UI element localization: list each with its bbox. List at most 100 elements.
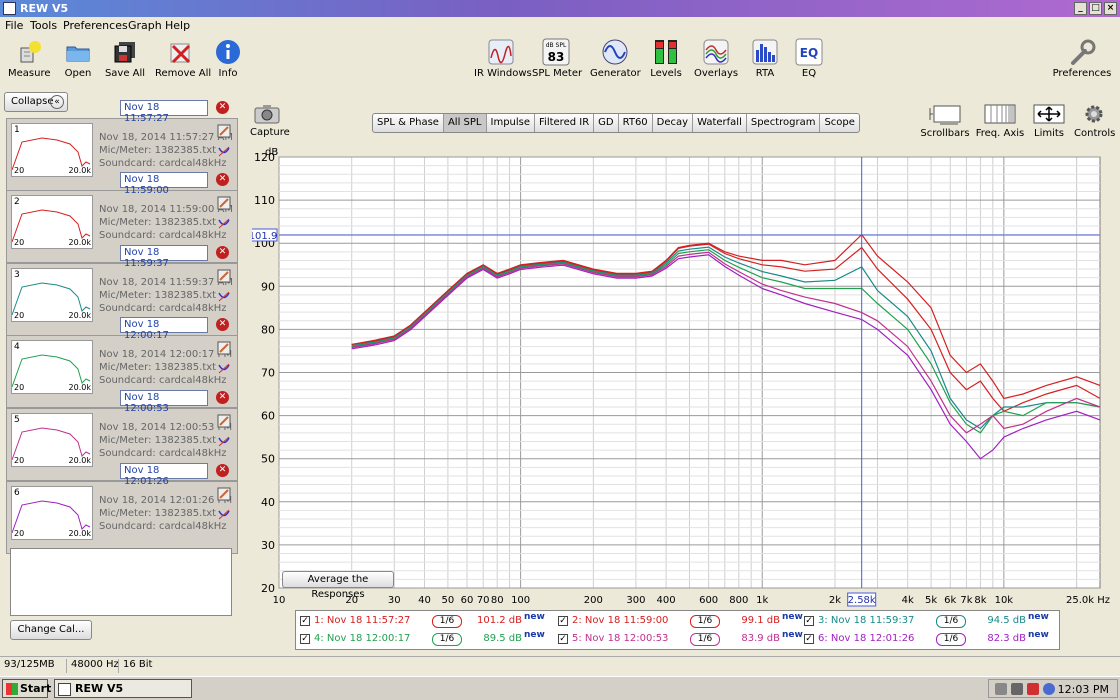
eq-measurement-icon[interactable] xyxy=(217,508,231,522)
remove-measurement-button[interactable]: ✕ xyxy=(216,101,229,114)
smoothing-selector[interactable]: 1/6 xyxy=(936,633,966,646)
minimize-button[interactable]: _ xyxy=(1074,2,1087,15)
remove-measurement-button[interactable]: ✕ xyxy=(216,318,229,331)
x-tick-label: 2k xyxy=(829,595,841,606)
spl-chart[interactable]: 2030405060708090100110120dB1020304050607… xyxy=(248,145,1112,610)
rta-button[interactable]: RTA xyxy=(750,38,780,86)
remove-measurement-button[interactable]: ✕ xyxy=(216,464,229,477)
change-cal-button[interactable]: Change Cal... xyxy=(10,620,92,640)
taskbar-item-rew[interactable]: REW V5 xyxy=(54,679,192,698)
maximize-button[interactable]: □ xyxy=(1089,2,1102,15)
menu-file[interactable]: File xyxy=(5,19,23,32)
measurement-name-field[interactable]: Nov 18 12:00:17 xyxy=(120,317,208,341)
tray-alert-icon[interactable] xyxy=(1027,683,1039,695)
legend-checkbox[interactable]: ✓ xyxy=(558,634,568,644)
tab-waterfall[interactable]: Waterfall xyxy=(693,114,747,132)
menu-graph[interactable]: Graph xyxy=(128,19,162,32)
tab-filtered-ir[interactable]: Filtered IR xyxy=(535,114,595,132)
eq-measurement-icon[interactable] xyxy=(217,145,231,159)
measure-button[interactable]: Measure xyxy=(8,38,51,86)
y-tick-label: 70 xyxy=(261,367,275,380)
tab-rt60[interactable]: RT60 xyxy=(619,114,653,132)
info-button[interactable]: Info xyxy=(214,38,242,86)
smoothing-selector[interactable]: 1/6 xyxy=(936,615,966,628)
eq-measurement-icon[interactable] xyxy=(217,217,231,231)
y-tick-label: 40 xyxy=(261,496,275,509)
legend-value: 83.9 dB xyxy=(741,633,780,644)
measurement-name-field[interactable]: Nov 18 12:01:26 xyxy=(120,463,208,487)
measurement-name-field[interactable]: Nov 18 11:59:00 xyxy=(120,172,208,196)
tab-decay[interactable]: Decay xyxy=(653,114,694,132)
tab-gd[interactable]: GD xyxy=(594,114,619,132)
controls-button[interactable]: Controls xyxy=(1074,103,1115,139)
tray-volume-icon[interactable] xyxy=(1043,683,1055,695)
edit-measurement-icon[interactable] xyxy=(217,269,231,283)
tab-all-spl[interactable]: All SPL xyxy=(443,114,487,132)
eq-measurement-icon[interactable] xyxy=(217,435,231,449)
sample-rate-status: 48000 Hz xyxy=(66,659,119,673)
levels-button[interactable]: Levels xyxy=(648,38,684,86)
generator-button[interactable]: Generator xyxy=(590,38,641,86)
tray-network-icon[interactable] xyxy=(995,683,1007,695)
legend-checkbox[interactable]: ✓ xyxy=(804,634,814,644)
collapse-button[interactable]: Collapse « xyxy=(4,92,68,112)
legend-name: 5: Nov 18 12:00:53 xyxy=(572,633,669,644)
smoothing-selector[interactable]: 1/6 xyxy=(690,633,720,646)
measurement-card[interactable]: 6 20 20.0k Nov 18, 2014 12:01:26 PM Mic/Mete… xyxy=(6,481,238,554)
close-button[interactable]: × xyxy=(1104,2,1117,15)
preferences-button[interactable]: Preferences xyxy=(1052,38,1112,86)
remove-measurement-button[interactable]: ✕ xyxy=(216,391,229,404)
menu-preferences[interactable]: Preferences xyxy=(63,19,128,32)
menu-help[interactable]: Help xyxy=(165,19,190,32)
smoothing-selector[interactable]: 1/6 xyxy=(432,615,462,628)
edit-measurement-icon[interactable] xyxy=(217,341,231,355)
legend-checkbox[interactable]: ✓ xyxy=(804,616,814,626)
legend-value: 101.2 dB xyxy=(476,615,522,626)
legend-name: 6: Nov 18 12:01:26 xyxy=(818,633,915,644)
freq-axis-button[interactable]: Freq. Axis xyxy=(974,103,1026,139)
edit-measurement-icon[interactable] xyxy=(217,196,231,210)
tab-impulse[interactable]: Impulse xyxy=(487,114,536,132)
measurement-timestamp: Nov 18, 2014 11:59:37 AM xyxy=(99,277,233,288)
remove-measurement-button[interactable]: ✕ xyxy=(216,246,229,259)
start-button[interactable]: Start xyxy=(2,679,51,698)
save-all-button[interactable]: Save All xyxy=(104,38,146,86)
eq-measurement-icon[interactable] xyxy=(217,290,231,304)
tab-spectrogram[interactable]: Spectrogram xyxy=(747,114,821,132)
legend-checkbox[interactable]: ✓ xyxy=(300,616,310,626)
edit-measurement-icon[interactable] xyxy=(217,124,231,138)
tab-scope[interactable]: Scope xyxy=(820,114,858,132)
remove-measurement-button[interactable]: ✕ xyxy=(216,173,229,186)
capture-button[interactable]: Capture xyxy=(250,104,290,138)
remove-all-button[interactable]: Remove All xyxy=(155,38,211,86)
x-tick-label: 40 xyxy=(418,595,431,606)
notes-area[interactable] xyxy=(10,548,232,616)
smoothing-selector[interactable]: 1/6 xyxy=(432,633,462,646)
tab-spl-phase[interactable]: SPL & Phase xyxy=(373,114,444,132)
scrollbars-button[interactable]: Scrollbars xyxy=(920,103,970,139)
measurement-name-field[interactable]: Nov 18 11:57:27 xyxy=(120,100,208,124)
spl-meter-button[interactable]: dB SPL 83 SPL Meter xyxy=(532,38,582,86)
x-tick-label: 50 xyxy=(442,595,455,606)
overlays-button[interactable]: Overlays xyxy=(694,38,738,86)
thumb-axis-right: 20.0k xyxy=(68,311,91,320)
average-responses-button[interactable]: Average the Responses xyxy=(282,571,394,600)
eq-measurement-icon[interactable] xyxy=(217,362,231,376)
thumb-axis-right: 20.0k xyxy=(68,529,91,538)
measurement-name-field[interactable]: Nov 18 12:00:53 xyxy=(120,390,208,414)
edit-measurement-icon[interactable] xyxy=(217,414,231,428)
smoothing-selector[interactable]: 1/6 xyxy=(690,615,720,628)
measurement-timestamp: Nov 18, 2014 11:59:00 AM xyxy=(99,204,233,215)
measurement-thumbnail: 6 20 20.0k xyxy=(11,486,93,540)
overlays-icon xyxy=(703,39,729,65)
legend-checkbox[interactable]: ✓ xyxy=(558,616,568,626)
measurement-name-field[interactable]: Nov 18 11:59:37 xyxy=(120,245,208,269)
legend-checkbox[interactable]: ✓ xyxy=(300,634,310,644)
ir-windows-button[interactable]: IR Windows xyxy=(474,38,532,86)
limits-button[interactable]: Limits xyxy=(1032,103,1066,139)
edit-measurement-icon[interactable] xyxy=(217,487,231,501)
open-button[interactable]: Open xyxy=(60,38,96,86)
menu-tools[interactable]: Tools xyxy=(30,19,57,32)
tray-security-icon[interactable] xyxy=(1011,683,1023,695)
eq-button[interactable]: EQ EQ xyxy=(794,38,824,86)
